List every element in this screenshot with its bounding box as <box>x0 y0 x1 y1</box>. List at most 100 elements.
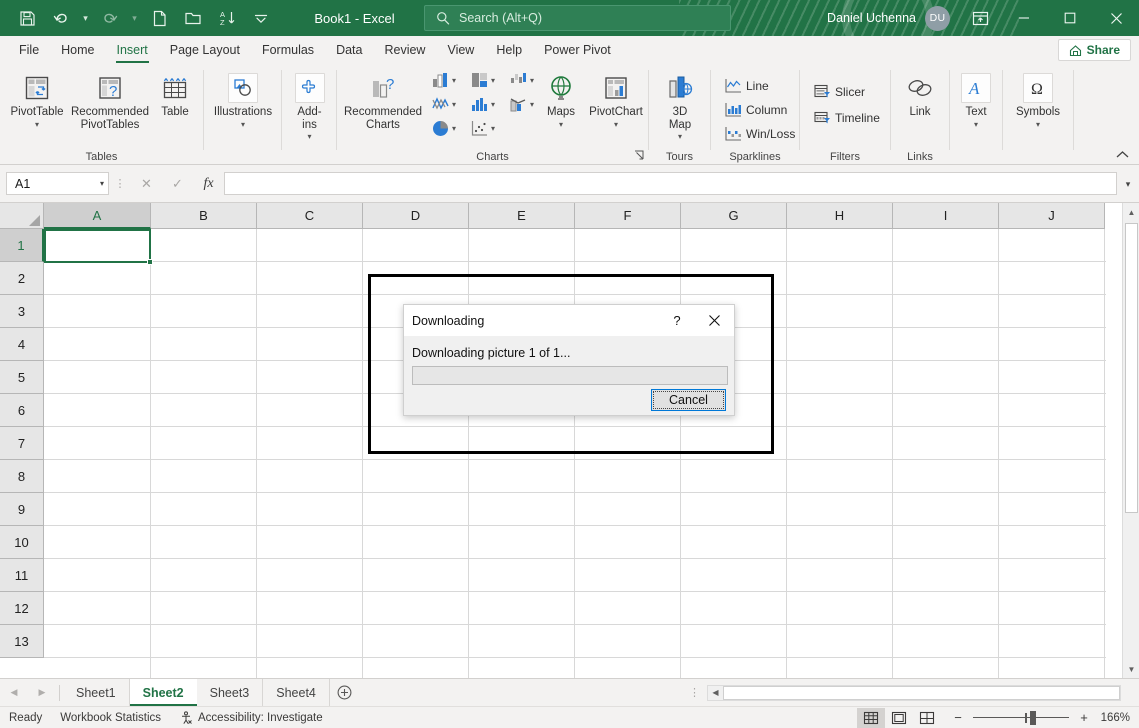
cancel-button[interactable]: Cancel <box>651 389 726 411</box>
insert-function-icon[interactable]: fx <box>193 172 224 195</box>
combo-chart-button[interactable]: ▾ <box>507 94 536 115</box>
horizontal-split-handle[interactable]: ⋮ <box>689 686 707 699</box>
symbols-button[interactable]: Ω Symbols ▾ <box>1007 68 1069 129</box>
close-button[interactable] <box>1093 0 1139 36</box>
column-header-h[interactable]: H <box>787 203 893 229</box>
row-header-1[interactable]: 1 <box>0 229 44 262</box>
text-button[interactable]: A Text ▾ <box>954 68 998 129</box>
scroll-up-button[interactable]: ▲ <box>1123 203 1139 221</box>
formula-input[interactable] <box>224 172 1117 195</box>
tab-help[interactable]: Help <box>485 36 533 64</box>
add-sheet-button[interactable] <box>330 679 360 706</box>
sheet-tab-sheet4[interactable]: Sheet4 <box>263 679 330 706</box>
row-header-13[interactable]: 13 <box>0 625 44 658</box>
tab-page-layout[interactable]: Page Layout <box>159 36 251 64</box>
chevron-down-icon[interactable]: ▾ <box>974 120 978 129</box>
expand-formula-bar-icon[interactable]: ▾ <box>1120 176 1136 192</box>
vertical-scrollbar[interactable]: ▲ ▼ <box>1122 203 1139 678</box>
illustrations-button[interactable]: Illustrations ▾ <box>207 68 279 129</box>
row-header-8[interactable]: 8 <box>0 460 44 493</box>
pivot-chart-button[interactable]: PivotChart ▾ <box>586 68 646 129</box>
zoom-slider-thumb[interactable] <box>1030 711 1036 725</box>
table-button[interactable]: Table <box>152 68 198 119</box>
search-input[interactable]: Search (Alt+Q) <box>424 5 731 31</box>
fill-handle[interactable] <box>147 259 153 265</box>
chevron-down-icon[interactable]: ▾ <box>452 76 456 85</box>
row-header-12[interactable]: 12 <box>0 592 44 625</box>
column-chart-button[interactable]: ▾ <box>429 70 458 91</box>
column-header-d[interactable]: D <box>363 203 469 229</box>
row-header-5[interactable]: 5 <box>0 361 44 394</box>
chevron-down-icon[interactable]: ▾ <box>35 120 39 129</box>
zoom-out-button[interactable]: − <box>947 708 969 728</box>
chevron-down-icon[interactable]: ▾ <box>452 100 456 109</box>
pie-chart-button[interactable]: ▾ <box>429 118 458 139</box>
add-ins-button[interactable]: Add- ins ▾ <box>286 68 333 141</box>
chevron-down-icon[interactable]: ▾ <box>559 120 563 129</box>
next-sheet-button[interactable]: ▶ <box>28 680 56 706</box>
column-header-c[interactable]: C <box>257 203 363 229</box>
tab-power-pivot[interactable]: Power Pivot <box>533 36 622 64</box>
formula-bar-handle[interactable]: ⋮ <box>109 177 131 190</box>
zoom-level-label[interactable]: 166% <box>1095 712 1139 724</box>
column-header-b[interactable]: B <box>151 203 257 229</box>
horizontal-scroll-thumb[interactable] <box>723 686 1120 700</box>
link-button[interactable]: Link <box>895 68 945 119</box>
chevron-down-icon[interactable]: ▾ <box>530 100 534 109</box>
sparkline-line-button[interactable]: Line <box>721 76 773 95</box>
waterfall-chart-button[interactable]: ▾ <box>507 70 536 91</box>
name-box[interactable]: A1 ▾ <box>6 172 109 195</box>
chevron-down-icon[interactable]: ▾ <box>491 124 495 133</box>
recommended-pivot-tables-button[interactable]: ? Recommended PivotTables <box>68 68 152 131</box>
scroll-left-button[interactable]: ◀ <box>708 686 723 700</box>
row-header-7[interactable]: 7 <box>0 427 44 460</box>
accessibility-button[interactable]: Accessibility: Investigate <box>170 707 332 728</box>
row-header-3[interactable]: 3 <box>0 295 44 328</box>
tab-home[interactable]: Home <box>50 36 105 64</box>
collapse-ribbon-button[interactable] <box>1113 146 1131 162</box>
map-3d-button[interactable]: 3D Map ▾ <box>653 68 707 141</box>
select-all-corner[interactable] <box>0 203 44 229</box>
zoom-slider[interactable] <box>969 708 1073 728</box>
cancel-formula-icon[interactable]: ✕ <box>131 172 162 195</box>
sparkline-winloss-button[interactable]: Win/Loss <box>721 124 799 143</box>
cell-area[interactable] <box>44 229 1106 678</box>
chevron-down-icon[interactable]: ▾ <box>100 179 104 188</box>
open-folder-icon[interactable] <box>176 3 210 33</box>
chevron-down-icon[interactable]: ▾ <box>1036 120 1040 129</box>
column-header-i[interactable]: I <box>893 203 999 229</box>
ribbon-display-options-icon[interactable] <box>959 0 1001 36</box>
row-header-2[interactable]: 2 <box>0 262 44 295</box>
workbook-statistics-button[interactable]: Workbook Statistics <box>51 707 170 728</box>
row-header-9[interactable]: 9 <box>0 493 44 526</box>
sheet-tab-sheet3[interactable]: Sheet3 <box>197 679 264 706</box>
enter-formula-icon[interactable]: ✓ <box>162 172 193 195</box>
sheet-tab-sheet1[interactable]: Sheet1 <box>63 679 130 706</box>
row-header-6[interactable]: 6 <box>0 394 44 427</box>
save-icon[interactable] <box>10 3 44 33</box>
dialog-close-button[interactable] <box>694 305 734 336</box>
tab-insert[interactable]: Insert <box>106 36 159 64</box>
column-header-a[interactable]: A <box>44 203 151 229</box>
tab-review[interactable]: Review <box>373 36 436 64</box>
line-chart-button[interactable]: ▾ <box>429 94 458 115</box>
undo-icon[interactable] <box>44 3 78 33</box>
new-file-icon[interactable] <box>142 3 176 33</box>
scroll-down-button[interactable]: ▼ <box>1123 660 1139 678</box>
scatter-chart-button[interactable]: ▾ <box>468 118 497 139</box>
share-button[interactable]: Share <box>1058 39 1131 61</box>
customize-qat-icon[interactable] <box>244 3 278 33</box>
tab-formulas[interactable]: Formulas <box>251 36 325 64</box>
avatar[interactable]: DU <box>925 6 950 31</box>
column-header-e[interactable]: E <box>469 203 575 229</box>
sheet-tab-sheet2[interactable]: Sheet2 <box>130 679 197 706</box>
hierarchy-chart-button[interactable]: ▾ <box>468 70 497 91</box>
chevron-down-icon[interactable]: ▾ <box>491 100 495 109</box>
sparkline-column-button[interactable]: Column <box>721 100 791 119</box>
chevron-down-icon[interactable]: ▾ <box>678 132 682 141</box>
page-layout-view-icon[interactable] <box>885 708 913 728</box>
undo-dropdown-icon[interactable]: ▾ <box>78 3 93 33</box>
dialog-help-button[interactable]: ? <box>660 305 694 336</box>
slicer-button[interactable]: Slicer <box>810 82 869 101</box>
chevron-down-icon[interactable]: ▾ <box>452 124 456 133</box>
